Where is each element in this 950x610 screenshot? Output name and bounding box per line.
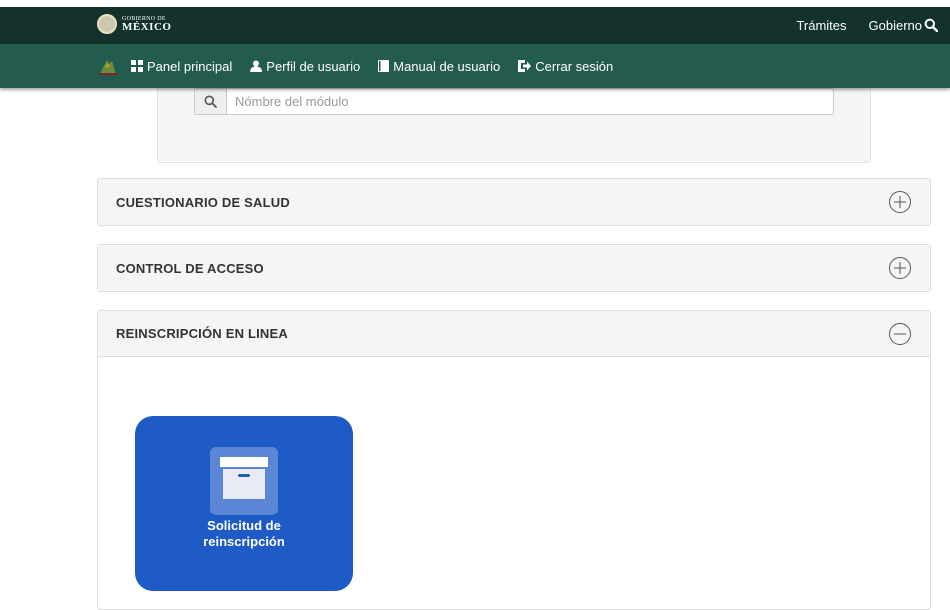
module-label-line2: reinscripción: [203, 534, 285, 549]
user-icon: [250, 60, 263, 72]
module-search-group: [194, 88, 834, 115]
tramites-link[interactable]: Trámites: [796, 18, 846, 33]
search-icon[interactable]: [924, 18, 938, 32]
search-addon: [195, 89, 227, 114]
expand-plus-icon[interactable]: [888, 256, 912, 280]
module-search-card: [157, 80, 871, 163]
logout-icon: [518, 60, 532, 72]
panel-title: REINSCRIPCIÓN EN LINEA: [116, 326, 288, 341]
nav-cerrar-sesion[interactable]: Cerrar sesión: [518, 59, 613, 74]
application-nav: Panel principal Perfil de usuario Manual…: [0, 44, 950, 88]
module-solicitud-de-reinscripcion[interactable]: Solicitud de reinscripción: [135, 416, 353, 591]
panel-body: Solicitud de reinscripción: [98, 357, 930, 609]
panel-title: CONTROL DE ACCESO: [116, 260, 264, 276]
institution-logo-icon[interactable]: [97, 55, 119, 77]
module-label: Solicitud de reinscripción: [135, 518, 353, 550]
panel-header[interactable]: REINSCRIPCIÓN EN LINEA: [98, 311, 930, 357]
search-icon: [204, 95, 217, 108]
nav-panel-principal[interactable]: Panel principal: [131, 59, 232, 74]
panel-reinscripcion-en-linea: REINSCRIPCIÓN EN LINEA Solicitud de rein…: [97, 310, 931, 610]
panel-title: CUESTIONARIO DE SALUD: [116, 194, 290, 210]
government-header: GOBIERNO DE MÉXICO Trámites Gobierno: [0, 7, 950, 44]
nav-perfil-de-usuario[interactable]: Perfil de usuario: [250, 59, 360, 74]
government-links: Trámites Gobierno: [774, 7, 922, 44]
book-icon: [378, 60, 390, 72]
nav-manual-de-usuario[interactable]: Manual de usuario: [378, 59, 500, 74]
nav-label: Perfil de usuario: [266, 58, 361, 74]
panel-header[interactable]: CUESTIONARIO DE SALUD: [98, 179, 930, 225]
panel-header[interactable]: CONTROL DE ACCESO: [98, 245, 930, 291]
panel-control-de-acceso: CONTROL DE ACCESO: [97, 244, 931, 292]
grid-icon: [131, 60, 143, 72]
collapse-minus-icon[interactable]: [888, 322, 912, 346]
nav-label: Cerrar sesión: [535, 58, 614, 74]
gobierno-de-mexico-logo[interactable]: GOBIERNO DE MÉXICO: [97, 14, 171, 34]
national-seal-icon: [97, 14, 117, 34]
expand-plus-icon[interactable]: [888, 190, 912, 214]
module-name-search-input[interactable]: [227, 89, 833, 114]
panel-cuestionario-de-salud: CUESTIONARIO DE SALUD: [97, 178, 931, 226]
module-label-line1: Solicitud de: [207, 518, 281, 533]
nav-label: Panel principal: [147, 58, 233, 74]
logo-text: GOBIERNO DE MÉXICO: [122, 16, 171, 33]
gobierno-link[interactable]: Gobierno: [869, 18, 922, 33]
nav-label: Manual de usuario: [393, 58, 501, 74]
archive-box-icon: [210, 447, 278, 515]
logo-text-big: MÉXICO: [122, 20, 172, 33]
